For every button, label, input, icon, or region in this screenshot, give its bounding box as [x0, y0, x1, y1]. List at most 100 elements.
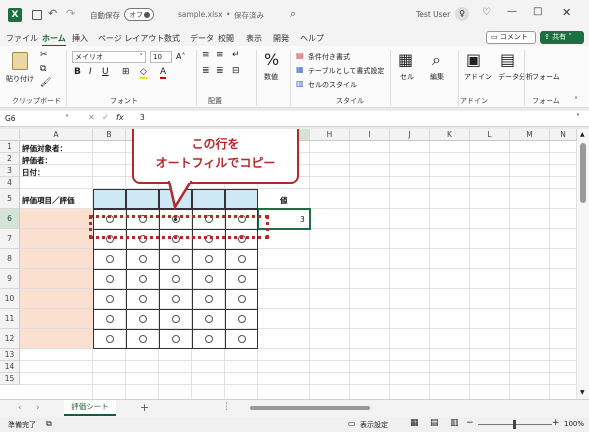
search-icon[interactable]: ⌕: [290, 7, 296, 21]
comment-button[interactable]: ▭ コメント: [486, 31, 536, 44]
font-size-select[interactable]: 10: [150, 51, 172, 63]
page-layout-view-icon[interactable]: ▤: [430, 418, 439, 428]
zoom-out-icon[interactable]: −: [466, 418, 474, 428]
add-sheet-icon[interactable]: +: [140, 401, 149, 414]
borders-icon[interactable]: ⊞: [122, 67, 130, 77]
display-settings-button[interactable]: 表示設定: [360, 420, 388, 430]
column-header-i[interactable]: I: [350, 129, 390, 141]
data-analysis-button[interactable]: データ分析: [498, 72, 533, 82]
row-header-5[interactable]: 5: [0, 189, 20, 209]
align-middle-icon[interactable]: ≡: [216, 50, 224, 60]
column-header-k[interactable]: K: [430, 129, 470, 141]
zoom-level[interactable]: 100%: [564, 420, 584, 428]
row-header-12[interactable]: 12: [0, 329, 20, 349]
column-header-l[interactable]: L: [470, 129, 510, 141]
expand-formula-icon[interactable]: ˅: [576, 113, 580, 122]
column-header-a[interactable]: A: [20, 129, 93, 141]
tab-formulas[interactable]: 数式: [164, 33, 180, 44]
zoom-slider[interactable]: [478, 420, 552, 429]
normal-view-icon[interactable]: ▦: [410, 418, 419, 428]
row-header-6[interactable]: 6: [0, 209, 20, 229]
tab-data[interactable]: データ: [190, 33, 214, 44]
sheet-options-icon[interactable]: ⋮: [222, 402, 231, 412]
paste-button[interactable]: 貼り付け: [6, 74, 34, 84]
addin-button[interactable]: アドイン: [464, 72, 492, 82]
align-top-icon[interactable]: ≡: [202, 50, 210, 60]
collapse-ribbon-icon[interactable]: ˄: [574, 96, 578, 105]
tab-insert[interactable]: 挿入: [72, 33, 88, 44]
number-button[interactable]: 数値: [264, 72, 278, 82]
accessibility-icon[interactable]: ⧉: [46, 419, 52, 429]
row-header-9[interactable]: 9: [0, 269, 20, 289]
zoom-in-icon[interactable]: +: [552, 418, 560, 428]
zoom-slider-thumb[interactable]: [513, 420, 516, 429]
grow-font-icon[interactable]: A˄: [176, 52, 185, 61]
prev-sheet-icon[interactable]: ‹: [18, 403, 22, 413]
worksheet-grid[interactable]: ABCDEFGHIJKLMN 123456789101112131415 評価対…: [0, 129, 577, 399]
formula-input[interactable]: 3: [140, 113, 145, 122]
select-all-corner[interactable]: [0, 129, 20, 141]
align-left-icon[interactable]: ≣: [202, 66, 210, 76]
font-name-select[interactable]: メイリオ ˅: [72, 51, 146, 63]
row-header-8[interactable]: 8: [0, 249, 20, 269]
next-sheet-icon[interactable]: ›: [36, 403, 40, 413]
lightbulb-icon[interactable]: ♡: [482, 7, 491, 18]
italic-button[interactable]: I: [89, 67, 92, 77]
conditional-format-button[interactable]: 条件付き書式: [308, 52, 350, 62]
avatar[interactable]: ♀: [455, 7, 469, 21]
share-button[interactable]: ⇪ 共有 ˅: [540, 31, 584, 44]
row-header-11[interactable]: 11: [0, 309, 20, 329]
cancel-icon[interactable]: ✕: [88, 113, 95, 122]
copy-icon[interactable]: ⧉: [40, 64, 46, 74]
page-break-view-icon[interactable]: ▥: [450, 418, 459, 428]
name-box[interactable]: G6 ˅: [2, 113, 72, 125]
vertical-scrollbar[interactable]: ▲ ▼: [577, 129, 589, 399]
form-button[interactable]: フォーム: [532, 72, 560, 82]
cells-button[interactable]: セル: [400, 72, 414, 82]
row-header-13[interactable]: 13: [0, 349, 20, 361]
underline-button[interactable]: U: [102, 67, 109, 77]
sheet-tab-evaluation[interactable]: 評価シート: [64, 400, 116, 416]
horizontal-scrollbar[interactable]: [236, 405, 576, 411]
column-header-m[interactable]: M: [510, 129, 550, 141]
align-center-icon[interactable]: ≣: [216, 66, 224, 76]
format-painter-icon[interactable]: 🖌: [40, 78, 51, 88]
tab-home[interactable]: ホーム: [42, 33, 66, 47]
row-header-10[interactable]: 10: [0, 289, 20, 309]
column-header-j[interactable]: J: [390, 129, 430, 141]
scroll-up-icon[interactable]: ▲: [580, 131, 585, 138]
column-header-h[interactable]: H: [310, 129, 350, 141]
paste-icon[interactable]: [12, 52, 28, 70]
column-header-b[interactable]: B: [93, 129, 126, 141]
close-icon[interactable]: ✕: [562, 6, 571, 19]
percent-icon[interactable]: %: [264, 50, 279, 69]
cell-styles-button[interactable]: セルのスタイル: [308, 80, 357, 90]
font-color-icon[interactable]: A: [160, 67, 167, 79]
format-as-table-button[interactable]: テーブルとして書式設定: [308, 66, 384, 76]
merge-icon[interactable]: ⊟: [232, 66, 240, 76]
wrap-text-icon[interactable]: ↵: [232, 50, 240, 60]
bold-button[interactable]: B: [74, 67, 81, 77]
minimize-icon[interactable]: —: [507, 6, 517, 17]
row-header-4[interactable]: 4: [0, 177, 20, 189]
undo-icon[interactable]: ↶: [48, 7, 57, 20]
function-icon[interactable]: fx: [116, 113, 124, 122]
cut-icon[interactable]: ✂: [40, 50, 48, 60]
fill-color-icon[interactable]: ◇: [140, 67, 147, 79]
maximize-icon[interactable]: □: [533, 6, 542, 17]
redo-icon[interactable]: ↷: [66, 7, 75, 20]
row-header-7[interactable]: 7: [0, 229, 20, 249]
tab-review[interactable]: 校閲: [218, 33, 234, 44]
row-header-2[interactable]: 2: [0, 153, 20, 165]
save-icon[interactable]: [32, 10, 42, 20]
hscroll-thumb[interactable]: [250, 406, 370, 410]
scroll-down-icon[interactable]: ▼: [580, 389, 585, 396]
row-header-3[interactable]: 3: [0, 165, 20, 177]
tab-file[interactable]: ファイル: [6, 33, 38, 44]
enter-icon[interactable]: ✓: [102, 113, 109, 122]
autosave-toggle[interactable]: オフ: [124, 8, 154, 21]
tab-page-layout[interactable]: ページ レイアウト: [98, 33, 164, 44]
column-header-n[interactable]: N: [550, 129, 577, 141]
editing-button[interactable]: 編集: [430, 72, 444, 82]
scroll-thumb[interactable]: [580, 143, 586, 203]
